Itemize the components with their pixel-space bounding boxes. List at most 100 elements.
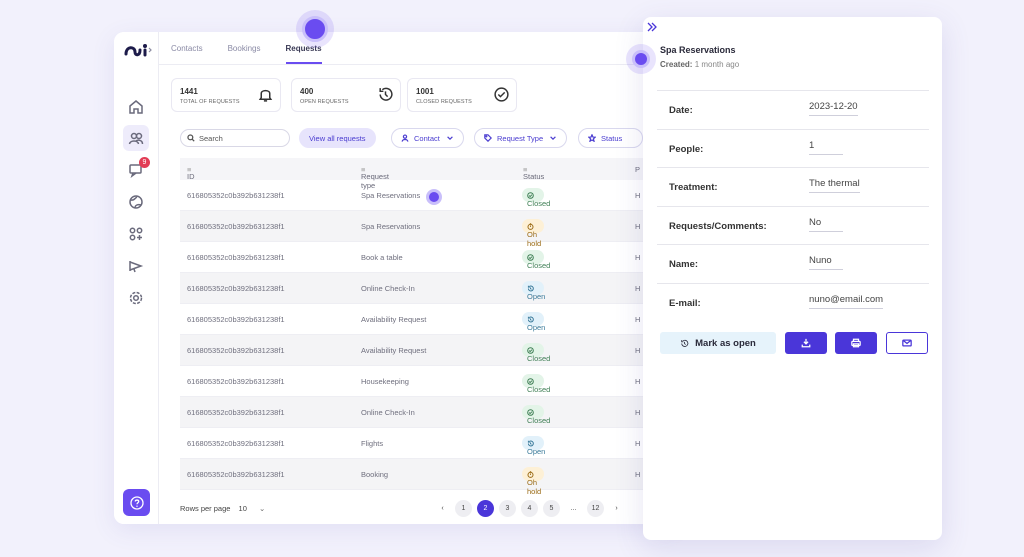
status-label: Closed xyxy=(527,385,551,394)
field-value[interactable]: The thermal xyxy=(809,178,860,194)
page-button[interactable]: 2 xyxy=(477,500,494,517)
status-label: Open xyxy=(527,447,546,456)
field-value[interactable]: 2023-12-20 xyxy=(809,101,858,116)
cell-id: 616805352c0b392b631238f1 xyxy=(187,284,285,293)
download-button[interactable] xyxy=(785,332,827,354)
email-button[interactable] xyxy=(886,332,928,354)
field-label: Requests/Comments: xyxy=(669,220,767,232)
cell-id: 616805352c0b392b631238f1 xyxy=(187,315,285,324)
cell-truncated: H xyxy=(635,377,641,386)
status-label: Closed xyxy=(527,199,551,208)
table-row[interactable]: 616805352c0b392b631238f1 Flights Open H xyxy=(180,428,674,459)
field-value[interactable]: Nuno xyxy=(809,255,843,271)
field-value[interactable]: No xyxy=(809,217,843,232)
cell-request-type: Spa Reservations xyxy=(361,222,421,231)
table-row[interactable]: 616805352c0b392b631238f1 Housekeeping Clos… xyxy=(180,366,674,397)
page-button[interactable]: 4 xyxy=(521,500,538,517)
column-request-type[interactable]: Request type ≡ xyxy=(361,165,389,190)
collapse-icon[interactable] xyxy=(646,21,658,33)
column-status[interactable]: Status ≡ xyxy=(523,165,544,181)
page-ellipsis: ... xyxy=(570,505,577,512)
status-icon xyxy=(527,377,534,385)
pulse-dot-core xyxy=(302,16,328,42)
check-circle-icon xyxy=(494,87,509,102)
cell-id: 616805352c0b392b631238f1 xyxy=(187,377,285,386)
cell-request-type: Availability Request xyxy=(361,315,427,324)
request-type-filter[interactable]: Request Type xyxy=(474,128,568,148)
field-label: E-mail: xyxy=(669,298,701,309)
rows-per-page[interactable]: Rows per page 10 ⌄ xyxy=(180,504,265,513)
apps-icon[interactable] xyxy=(127,225,145,243)
page-button[interactable]: 12 xyxy=(587,500,604,517)
chat-icon[interactable]: 9 xyxy=(127,157,150,179)
view-all-requests-button[interactable]: View all requests xyxy=(299,128,376,148)
cell-request-type: Housekeeping xyxy=(361,377,409,386)
pulse-dot-core xyxy=(632,50,650,68)
users-icon[interactable] xyxy=(123,125,149,151)
table-row[interactable]: 616805352c0b392b631238f1 Availability Req… xyxy=(180,304,674,335)
megaphone-icon[interactable] xyxy=(127,257,145,275)
prev-page-button[interactable]: ‹ xyxy=(434,500,451,517)
mark-as-open-button[interactable]: Mark as open xyxy=(660,332,776,354)
status-filter[interactable]: Status xyxy=(578,128,644,148)
tab-bookings[interactable]: Bookings xyxy=(228,32,261,64)
help-button[interactable] xyxy=(123,489,150,516)
table-row[interactable]: 616805352c0b392b631238f1 Booking Oh hold H xyxy=(180,459,674,496)
tab-contacts[interactable]: Contacts xyxy=(171,32,203,64)
detail-field: E-mail: nuno@email.com xyxy=(657,283,929,321)
detail-field: Requests/Comments: No xyxy=(657,205,929,244)
status-icon xyxy=(527,408,534,416)
field-value[interactable]: nuno@email.com xyxy=(809,294,884,309)
stat-number: 1001 xyxy=(416,87,434,96)
contact-filter[interactable]: Contact xyxy=(391,128,464,148)
rows-per-page-value: 10 xyxy=(238,504,247,513)
stat-number: 1441 xyxy=(180,87,198,96)
cell-id: 616805352c0b392b631238f1 xyxy=(187,253,285,262)
status-icon xyxy=(527,253,534,261)
table-row[interactable]: 616805352c0b392b631238f1 Spa Reservations… xyxy=(180,211,674,248)
cell-request-type: Flights xyxy=(361,439,384,448)
table-row[interactable]: 616805352c0b392b631238f1 Availability Req… xyxy=(180,335,674,366)
page-button[interactable]: 3 xyxy=(499,500,516,517)
bell-icon xyxy=(258,89,273,102)
field-label: Date: xyxy=(669,105,693,116)
globe-icon[interactable] xyxy=(127,193,145,211)
user-icon xyxy=(401,134,409,142)
brand-logo xyxy=(124,44,152,57)
cell-truncated: H xyxy=(635,439,641,448)
chevron-down-icon xyxy=(447,136,453,141)
settings-icon[interactable] xyxy=(127,289,145,307)
request-detail-panel: Spa Reservations Created: 1 month ago Da… xyxy=(643,17,942,540)
table-row[interactable]: 616805352c0b392b631238f1 Book a table Clos… xyxy=(180,242,674,273)
cell-request-type: Spa Reservations xyxy=(361,191,421,200)
status-icon xyxy=(527,316,534,322)
status-icon xyxy=(527,440,534,446)
chevron-down-icon xyxy=(550,136,556,141)
cell-request-type: Availability Request xyxy=(361,346,427,355)
table-row[interactable]: 616805352c0b392b631238f1 Online Check-In O… xyxy=(180,273,674,304)
created-label: Created: xyxy=(660,60,693,69)
column-id[interactable]: ID ≡ xyxy=(187,165,195,181)
field-value[interactable]: 1 xyxy=(809,140,843,155)
cell-request-type: Online Check-In xyxy=(361,284,415,293)
table-row[interactable]: 616805352c0b392b631238f1 Online Check-In C… xyxy=(180,397,674,428)
home-icon[interactable] xyxy=(127,98,145,116)
detail-field: Name: Nuno xyxy=(657,244,929,282)
stat-label: Closed requests xyxy=(416,99,472,105)
status-icon xyxy=(527,285,534,291)
status-badge: Open xyxy=(522,281,545,301)
sidebar: 9 xyxy=(114,32,159,524)
next-page-button[interactable]: › xyxy=(608,500,625,517)
page-button[interactable]: 5 xyxy=(543,500,560,517)
cell-id: 616805352c0b392b631238f1 xyxy=(187,191,285,200)
print-button[interactable] xyxy=(835,332,877,354)
question-icon xyxy=(129,495,144,510)
stat-number: 400 xyxy=(300,87,314,96)
stat-label: Total of requests xyxy=(180,99,240,105)
search-input[interactable]: Search xyxy=(180,129,290,147)
panel-created: Created: 1 month ago xyxy=(660,60,739,69)
rows-per-page-label: Rows per page xyxy=(180,504,231,513)
status-label: Closed xyxy=(527,354,551,363)
page-button[interactable]: 1 xyxy=(455,500,472,517)
field-label: People: xyxy=(669,143,704,155)
